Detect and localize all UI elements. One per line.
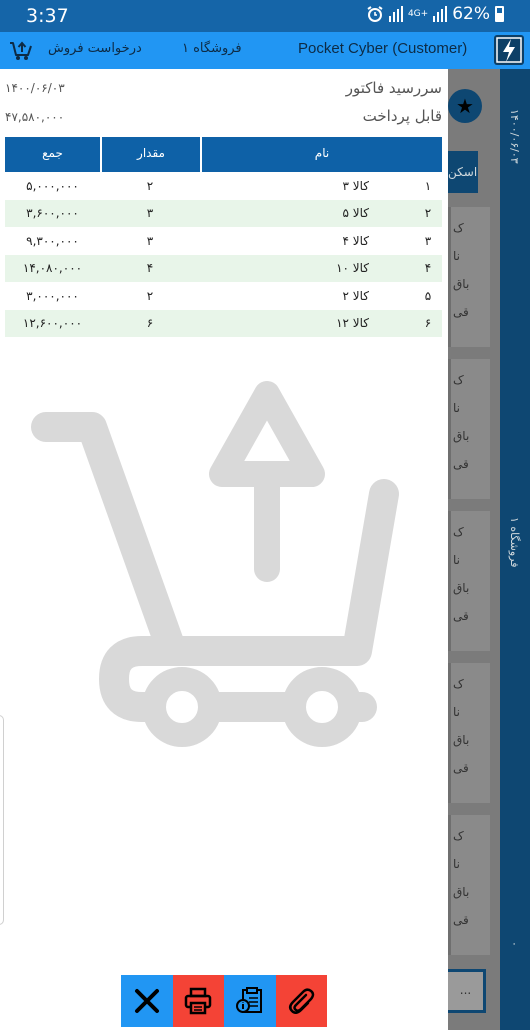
- action-bar: [121, 975, 327, 1027]
- table-row[interactable]: ۳,۶۰۰,۰۰۰ ۳ کالا ۵ ۲: [5, 199, 442, 227]
- row-index: ۳: [424, 233, 432, 248]
- side-strip: ۱۴۰۰/۰۶/۰۳ فروشگاه ۱ ۰: [500, 69, 530, 1030]
- app-title: Pocket Cyber (Customer): [298, 40, 468, 57]
- cart-upload-watermark-icon: [31, 381, 399, 747]
- due-date-value: ۱۴۰۰/۰۶/۰۳: [5, 81, 65, 95]
- bg-card[interactable]: ک نا باق قی: [448, 207, 490, 347]
- row-name: کالا ۴: [342, 233, 369, 248]
- row-index: ۲: [424, 206, 432, 221]
- row-name: کالا ۳: [342, 178, 369, 193]
- table-header: جمع مقدار نام: [5, 137, 442, 172]
- row-total: ۱۴,۰۸۰,۰۰۰: [22, 261, 83, 276]
- row-quantity: ۶: [146, 316, 154, 331]
- table-row[interactable]: ۱۴,۰۸۰,۰۰۰ ۴ کالا ۱۰ ۴: [5, 254, 442, 282]
- row-total: ۳,۰۰۰,۰۰۰: [26, 288, 79, 303]
- status-bar: 3:37 4G+ 62%: [0, 0, 530, 32]
- info-button[interactable]: [224, 975, 276, 1027]
- signal-icon-2: [433, 6, 448, 22]
- bg-card[interactable]: ک نا باق قی: [448, 359, 490, 499]
- close-icon: [134, 989, 159, 1013]
- sale-request-link[interactable]: درخواست فروش: [48, 41, 142, 56]
- column-name[interactable]: نام: [202, 137, 442, 172]
- table-row[interactable]: ۹,۳۰۰,۰۰۰ ۳ کالا ۴ ۳: [5, 227, 442, 255]
- row-total: ۱۲,۶۰۰,۰۰۰: [22, 316, 83, 331]
- column-quantity[interactable]: مقدار: [102, 137, 200, 172]
- bg-card-line: قی: [453, 305, 469, 319]
- lightning-logo-icon[interactable]: [494, 35, 524, 65]
- row-index: ۴: [424, 261, 432, 276]
- bg-card-line: باق: [453, 885, 470, 899]
- row-total: ۹,۳۰۰,۰۰۰: [26, 233, 79, 248]
- print-button[interactable]: [172, 975, 224, 1027]
- bg-card[interactable]: ک نا باق قی: [448, 815, 490, 955]
- invoice-table: جمع مقدار نام ۵,۰۰۰,۰۰۰ ۲ کالا ۳ ۱ ۳,۶۰۰,۰۰۰…: [5, 137, 442, 337]
- row-index: ۱: [424, 178, 432, 193]
- printer-icon: [185, 987, 212, 1015]
- invoice-dialog: سررسید فاکتور ۱۴۰۰/۰۶/۰۳ قابل پرداخت ۴۷,…: [0, 69, 448, 1030]
- table-row[interactable]: ۱۲,۶۰۰,۰۰۰ ۶ کالا ۱۲ ۶: [5, 309, 442, 337]
- alarm-icon: [367, 6, 383, 22]
- bg-card-line: باق: [453, 429, 470, 443]
- bg-card-line: باق: [453, 277, 470, 291]
- side-date: ۱۴۰۰/۰۶/۰۳: [508, 109, 521, 164]
- payable-label: قابل پرداخت: [362, 107, 442, 125]
- bg-card-line: نا: [453, 705, 460, 719]
- row-quantity: ۴: [146, 261, 154, 276]
- bg-card-line: باق: [453, 733, 470, 747]
- row-total: ۵,۰۰۰,۰۰۰: [26, 178, 79, 193]
- bg-card-line: باق: [453, 581, 470, 595]
- network-type: 4G+: [407, 8, 429, 19]
- signal-icon: [388, 6, 403, 22]
- bg-card-line: نا: [453, 249, 460, 263]
- bg-card-line: ک: [453, 829, 464, 843]
- bg-card-line: ک: [453, 525, 464, 539]
- row-quantity: ۲: [146, 178, 154, 193]
- scan-button[interactable]: اسکن: [448, 151, 478, 193]
- bg-card[interactable]: ک نا باق قی: [448, 511, 490, 651]
- bg-card-line: ک: [453, 221, 464, 235]
- app-toolbar: درخواست فروش فروشگاه ۱ Pocket Cyber (Cus…: [0, 32, 530, 69]
- table-row[interactable]: ۳,۰۰۰,۰۰۰ ۲ کالا ۲ ۵: [5, 282, 442, 310]
- row-total: ۳,۶۰۰,۰۰۰: [26, 206, 79, 221]
- side-store: فروشگاه ۱: [508, 517, 521, 568]
- row-index: ۵: [424, 288, 432, 303]
- table-row[interactable]: ۵,۰۰۰,۰۰۰ ۲ کالا ۳ ۱: [5, 172, 442, 200]
- row-name: کالا ۵: [342, 206, 369, 221]
- paperclip-icon: [289, 988, 315, 1014]
- store-selector[interactable]: فروشگاه ۱: [182, 41, 242, 56]
- row-name: کالا ۱۰: [336, 261, 369, 276]
- bg-card-line: قی: [453, 913, 469, 927]
- row-index: ۶: [424, 316, 432, 331]
- battery-percent: 62%: [452, 4, 490, 24]
- row-name: کالا ۱۲: [336, 316, 369, 331]
- bg-card-line: نا: [453, 401, 460, 415]
- bg-card-line: نا: [453, 857, 460, 871]
- star-icon[interactable]: ★: [448, 89, 482, 123]
- row-name: کالا ۲: [342, 288, 369, 303]
- bg-card-line: ک: [453, 677, 464, 691]
- side-number: ۰: [508, 941, 521, 947]
- status-icons: 4G+ 62%: [366, 4, 504, 24]
- cart-upload-icon[interactable]: [8, 37, 34, 63]
- close-button[interactable]: [121, 975, 173, 1027]
- bg-card-line: نا: [453, 553, 460, 567]
- status-time: 3:37: [26, 5, 69, 27]
- payable-amount: ۴۷,۵۸۰,۰۰۰: [5, 110, 65, 124]
- more-button[interactable]: ...: [448, 969, 486, 1013]
- bg-card-line: قی: [453, 609, 469, 623]
- due-date-label: سررسید فاکتور: [345, 79, 442, 97]
- bg-card-line: قی: [453, 761, 469, 775]
- clipboard-info-icon: [235, 987, 262, 1013]
- battery-icon: [495, 6, 504, 22]
- background-page: ★ اسکن ک نا باق قی ک نا باق قی ک نا باق …: [448, 69, 530, 1030]
- bg-card-line: قی: [453, 457, 469, 471]
- column-total[interactable]: جمع: [5, 137, 100, 172]
- bg-card-line: ک: [453, 373, 464, 387]
- attach-button[interactable]: [275, 975, 327, 1027]
- drawer-edge[interactable]: [0, 715, 4, 925]
- bg-card[interactable]: ک نا باق قی: [448, 663, 490, 803]
- row-quantity: ۲: [146, 288, 154, 303]
- row-quantity: ۳: [146, 206, 154, 221]
- row-quantity: ۳: [146, 233, 154, 248]
